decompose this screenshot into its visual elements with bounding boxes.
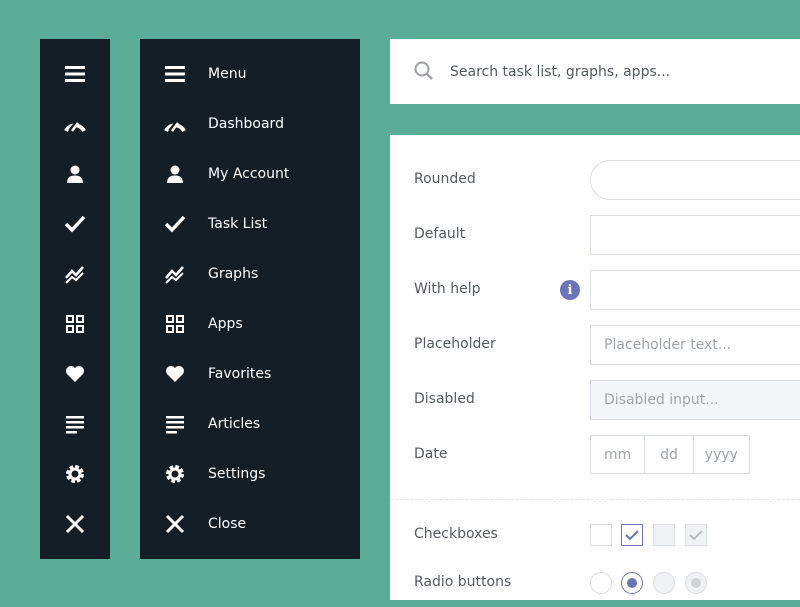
sidebar-item-label: Graphs xyxy=(208,266,258,282)
radio-checked[interactable] xyxy=(621,572,643,594)
icon-sidebar-account[interactable] xyxy=(40,149,110,199)
articles-icon xyxy=(64,413,86,435)
close-icon xyxy=(140,513,210,535)
form-row-rounded: Rounded xyxy=(390,160,800,200)
date-year-input[interactable]: yyyy xyxy=(694,436,749,473)
rounded-input[interactable] xyxy=(590,160,800,200)
sidebar-item-articles[interactable]: Articles xyxy=(140,399,360,449)
form-panel: Rounded Default With help i Placeholder … xyxy=(390,135,800,600)
form-row-disabled: Disabled xyxy=(390,380,800,420)
sidebar-item-graphs[interactable]: Graphs xyxy=(140,249,360,299)
info-icon-glyph: i xyxy=(568,284,573,297)
checkbox-disabled xyxy=(653,524,675,546)
user-icon xyxy=(64,163,86,185)
apps-icon xyxy=(140,313,210,335)
date-month-input[interactable]: mm xyxy=(591,436,645,473)
section-divider xyxy=(390,499,800,500)
form-row-checkboxes: Checkboxes xyxy=(390,517,800,557)
date-field: mm dd yyyy xyxy=(590,435,750,474)
gear-icon xyxy=(64,463,86,485)
disabled-input xyxy=(590,380,800,420)
search-icon[interactable] xyxy=(413,60,435,86)
placeholder-input[interactable] xyxy=(590,325,800,365)
sidebar-item-settings[interactable]: Settings xyxy=(140,449,360,499)
icon-sidebar-close[interactable] xyxy=(40,499,110,549)
icon-sidebar-graphs[interactable] xyxy=(40,249,110,299)
info-icon[interactable]: i xyxy=(560,280,580,300)
check-icon xyxy=(625,529,639,541)
icon-sidebar-articles[interactable] xyxy=(40,399,110,449)
form-row-default: Default xyxy=(390,215,800,255)
checkbox-unchecked[interactable] xyxy=(590,524,612,546)
icon-sidebar-favorites[interactable] xyxy=(40,349,110,399)
sidebar-item-label: My Account xyxy=(208,166,289,182)
checkboxes-label: Checkboxes xyxy=(414,526,498,542)
icon-sidebar-apps[interactable] xyxy=(40,299,110,349)
check-icon xyxy=(140,213,210,235)
radio-dot xyxy=(691,578,701,588)
form-row-date: Date mm dd yyyy xyxy=(390,435,800,475)
sidebar-item-label: Close xyxy=(208,516,246,532)
icon-sidebar-menu[interactable] xyxy=(40,49,110,99)
search-bar xyxy=(390,39,800,104)
rounded-label: Rounded xyxy=(414,171,476,187)
heart-icon xyxy=(64,363,86,385)
sidebar-item-label: Articles xyxy=(208,416,260,432)
radio-disabled-checked xyxy=(685,572,707,594)
graph-icon xyxy=(140,263,210,285)
menu-sidebar: Menu Dashboard My Account Task List Grap… xyxy=(140,39,360,559)
placeholder-label: Placeholder xyxy=(414,336,496,352)
date-day-input[interactable]: dd xyxy=(645,436,693,473)
default-input[interactable] xyxy=(590,215,800,255)
default-label: Default xyxy=(414,226,465,242)
form-row-radio-buttons: Radio buttons xyxy=(390,567,800,607)
sidebar-item-label: Apps xyxy=(208,316,243,332)
icon-sidebar xyxy=(40,39,110,559)
apps-icon xyxy=(64,313,86,335)
disabled-label: Disabled xyxy=(414,391,475,407)
radio-unchecked[interactable] xyxy=(590,572,612,594)
dashboard-icon xyxy=(140,113,210,135)
sidebar-item-favorites[interactable]: Favorites xyxy=(140,349,360,399)
sidebar-item-my-account[interactable]: My Account xyxy=(140,149,360,199)
sidebar-item-task-list[interactable]: Task List xyxy=(140,199,360,249)
checkbox-disabled-checked xyxy=(685,524,707,546)
sidebar-item-label: Settings xyxy=(208,466,265,482)
menu-icon xyxy=(140,63,210,85)
form-row-with-help: With help i xyxy=(390,270,800,310)
with-help-input[interactable] xyxy=(590,270,800,310)
date-label: Date xyxy=(414,446,447,462)
sidebar-item-label: Menu xyxy=(208,66,246,82)
checkbox-checked[interactable] xyxy=(621,524,643,546)
radio-dot xyxy=(627,578,637,588)
icon-sidebar-dashboard[interactable] xyxy=(40,99,110,149)
gear-icon xyxy=(140,463,210,485)
sidebar-item-label: Favorites xyxy=(208,366,271,382)
user-icon xyxy=(140,163,210,185)
check-icon xyxy=(689,529,703,541)
sidebar-item-label: Task List xyxy=(208,216,267,232)
check-icon xyxy=(64,213,86,235)
sidebar-item-menu[interactable]: Menu xyxy=(140,49,360,99)
graph-icon xyxy=(64,263,86,285)
sidebar-item-label: Dashboard xyxy=(208,116,284,132)
radio-buttons-label: Radio buttons xyxy=(414,574,511,590)
with-help-label: With help xyxy=(414,281,481,297)
sidebar-item-apps[interactable]: Apps xyxy=(140,299,360,349)
radio-disabled xyxy=(653,572,675,594)
close-icon xyxy=(64,513,86,535)
heart-icon xyxy=(140,363,210,385)
dashboard-icon xyxy=(64,113,86,135)
articles-icon xyxy=(140,413,210,435)
icon-sidebar-settings[interactable] xyxy=(40,449,110,499)
form-row-placeholder: Placeholder xyxy=(390,325,800,365)
menu-icon xyxy=(64,63,86,85)
sidebar-item-dashboard[interactable]: Dashboard xyxy=(140,99,360,149)
icon-sidebar-tasks[interactable] xyxy=(40,199,110,249)
sidebar-item-close[interactable]: Close xyxy=(140,499,360,549)
search-input[interactable] xyxy=(448,57,782,87)
